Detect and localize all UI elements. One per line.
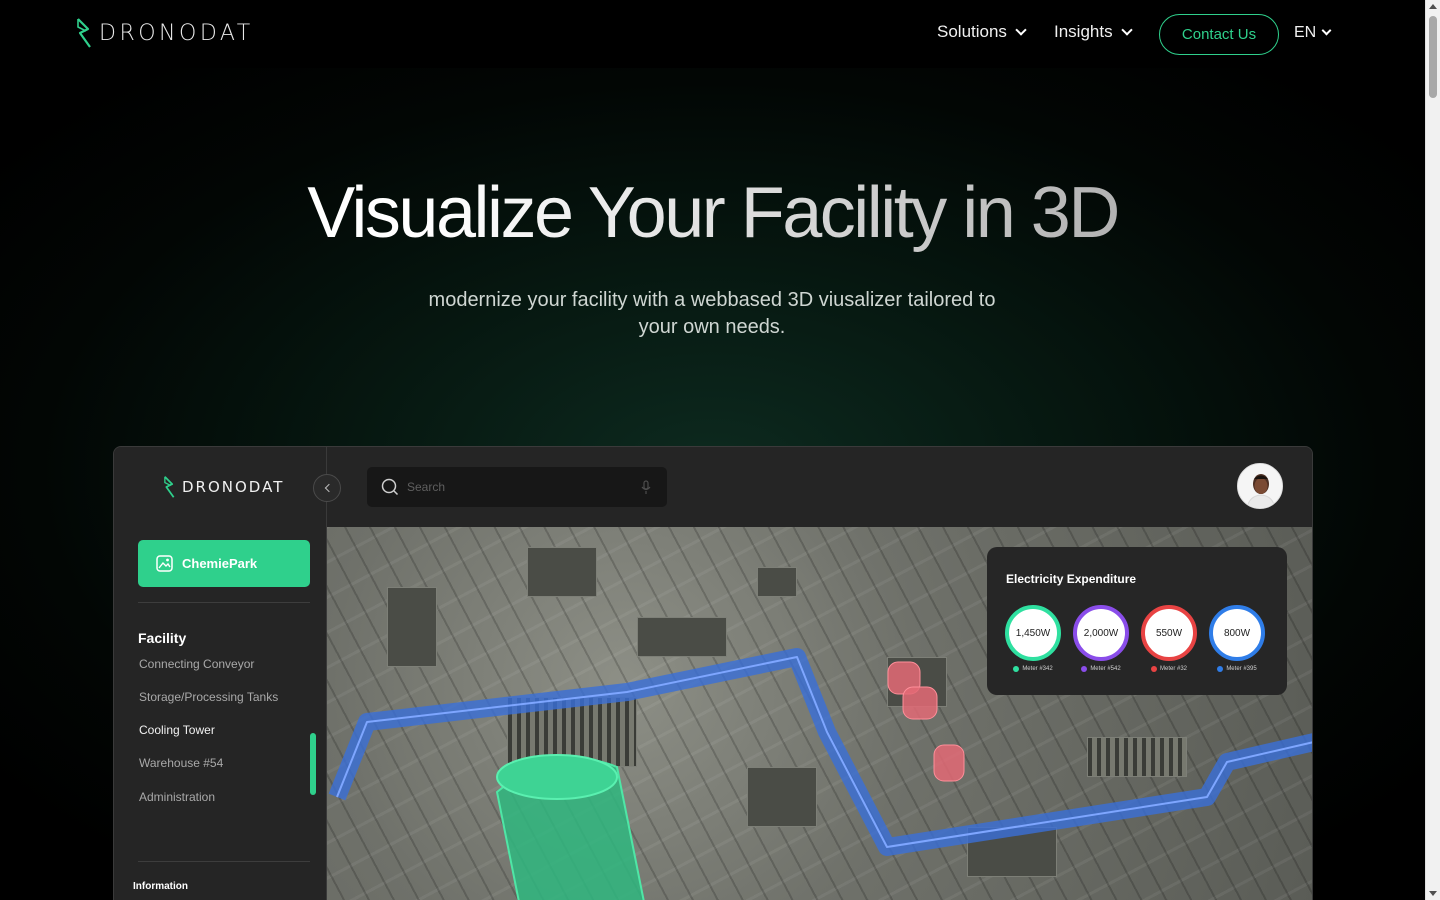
facility-item-storage-tanks[interactable]: Storage/Processing Tanks <box>139 690 278 704</box>
meter-gauge[interactable]: 550W Meter #32 <box>1141 605 1197 672</box>
map-image-icon <box>156 555 173 572</box>
storage-tanks[interactable] <box>887 661 965 782</box>
chevron-down-icon <box>1015 23 1027 36</box>
meter-gauge[interactable]: 2,000W Meter #542 <box>1073 605 1129 672</box>
nav-solutions[interactable]: Solutions <box>937 22 1027 42</box>
hero-title: Visualize Your Facility in 3D <box>0 172 1425 254</box>
user-avatar[interactable] <box>1237 463 1283 509</box>
contact-us-button[interactable]: Contact Us <box>1159 14 1279 55</box>
information-heading: Information <box>133 881 188 892</box>
electricity-expenditure-card: Electricity Expenditure 1,450W Meter #34… <box>987 547 1287 695</box>
facility-item-administration[interactable]: Administration <box>139 790 215 804</box>
dashboard-brand-name: DRONODAT <box>182 478 285 496</box>
dashboard-logo: DRONODAT <box>164 476 284 498</box>
user-portrait-icon <box>1238 464 1282 508</box>
nav-solutions-label: Solutions <box>937 22 1007 41</box>
meter-name: Meter #32 <box>1159 666 1187 672</box>
facility-item-cooling-tower[interactable]: Cooling Tower <box>139 723 215 737</box>
meter-name: Meter #395 <box>1226 666 1257 672</box>
meter-ring: 2,000W <box>1073 605 1129 661</box>
sidebar-divider <box>138 602 310 603</box>
sidebar-divider <box>138 861 310 862</box>
meter-label: Meter #342 <box>1005 666 1061 672</box>
chevron-down-icon <box>1120 23 1133 36</box>
page-scrollbar[interactable] <box>1425 0 1440 900</box>
facility-heading: Facility <box>138 630 187 646</box>
meter-name: Meter #342 <box>1022 666 1053 672</box>
meter-label: Meter #395 <box>1209 666 1265 672</box>
scroll-down-arrow-icon[interactable] <box>1429 891 1437 896</box>
scroll-thumb[interactable] <box>1429 16 1437 98</box>
scroll-up-arrow-icon[interactable] <box>1429 4 1437 9</box>
microphone-icon[interactable] <box>641 480 651 495</box>
meter-label: Meter #32 <box>1141 666 1197 672</box>
search-input[interactable]: Search <box>367 467 667 507</box>
nav-insights[interactable]: Insights <box>1054 22 1133 42</box>
meter-label: Meter #542 <box>1073 666 1129 672</box>
search-icon <box>381 478 399 496</box>
chevron-down-icon <box>1321 25 1332 36</box>
project-button-label: ChemiePark <box>182 556 258 571</box>
meter-ring: 800W <box>1209 605 1265 661</box>
language-label: EN <box>1294 24 1317 41</box>
project-button[interactable]: ChemiePark <box>138 540 310 587</box>
facility-item-connecting-conveyor[interactable]: Connecting Conveyor <box>139 657 254 671</box>
sidebar-scroll-indicator[interactable] <box>310 733 316 795</box>
facility-item-warehouse[interactable]: Warehouse #54 <box>139 756 223 770</box>
meter-value: 550W <box>1155 627 1183 639</box>
meter-gauge[interactable]: 1,450W Meter #342 <box>1005 605 1061 672</box>
collapse-sidebar-button[interactable] <box>313 474 341 502</box>
nav-insights-label: Insights <box>1054 22 1113 41</box>
meter-name: Meter #542 <box>1090 666 1121 672</box>
brand-logo[interactable]: DRONODAT <box>77 18 254 48</box>
brand-name: DRONODAT <box>99 20 254 46</box>
meter-dot <box>1081 666 1088 672</box>
dashboard-sidebar: DRONODAT ChemiePark Facility Connecting … <box>114 447 327 900</box>
cooling-tower-top <box>496 754 618 800</box>
dronodat-leaf-icon <box>164 476 175 498</box>
dronodat-leaf-icon <box>77 18 91 48</box>
meter-value: 2,000W <box>1083 627 1119 639</box>
dashboard-preview: DRONODAT ChemiePark Facility Connecting … <box>113 446 1313 900</box>
meter-value: 1,450W <box>1015 627 1051 639</box>
dashboard-topbar: Search <box>327 447 1312 527</box>
hero-subtitle: modernize your facility with a webbased … <box>428 289 996 338</box>
landing-page: DRONODAT Solutions Insights Contact Us E… <box>0 0 1425 900</box>
electricity-card-title: Electricity Expenditure <box>1006 572 1137 586</box>
facility-3d-map[interactable]: Electricity Expenditure 1,450W Meter #34… <box>327 527 1312 900</box>
top-navigation: DRONODAT Solutions Insights Contact Us E… <box>0 0 1425 68</box>
search-placeholder: Search <box>407 480 446 494</box>
meter-ring: 1,450W <box>1005 605 1061 661</box>
meter-dot <box>1217 666 1224 672</box>
meter-ring: 550W <box>1141 605 1197 661</box>
meter-gauge[interactable]: 800W Meter #395 <box>1209 605 1265 672</box>
meter-dot <box>1150 666 1157 672</box>
language-selector[interactable]: EN <box>1294 24 1332 42</box>
chevron-left-icon <box>324 483 333 493</box>
meter-value: 800W <box>1223 627 1251 639</box>
meter-dot <box>1013 666 1020 672</box>
